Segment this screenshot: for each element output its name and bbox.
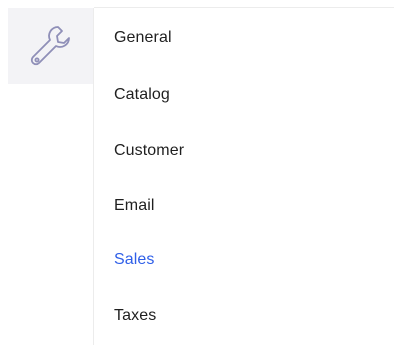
menu-item-catalog[interactable]: Catalog bbox=[114, 85, 170, 105]
settings-menu: General Catalog Customer Email Sales Tax… bbox=[94, 8, 394, 345]
menu-item-general[interactable]: General bbox=[114, 28, 172, 48]
menu-item-customer[interactable]: Customer bbox=[114, 141, 184, 161]
menu-item-email[interactable]: Email bbox=[114, 196, 155, 216]
menu-item-taxes[interactable]: Taxes bbox=[114, 306, 156, 326]
wrench-icon bbox=[28, 23, 74, 69]
menu-item-sales[interactable]: Sales bbox=[114, 250, 155, 270]
settings-tile[interactable] bbox=[8, 8, 94, 84]
